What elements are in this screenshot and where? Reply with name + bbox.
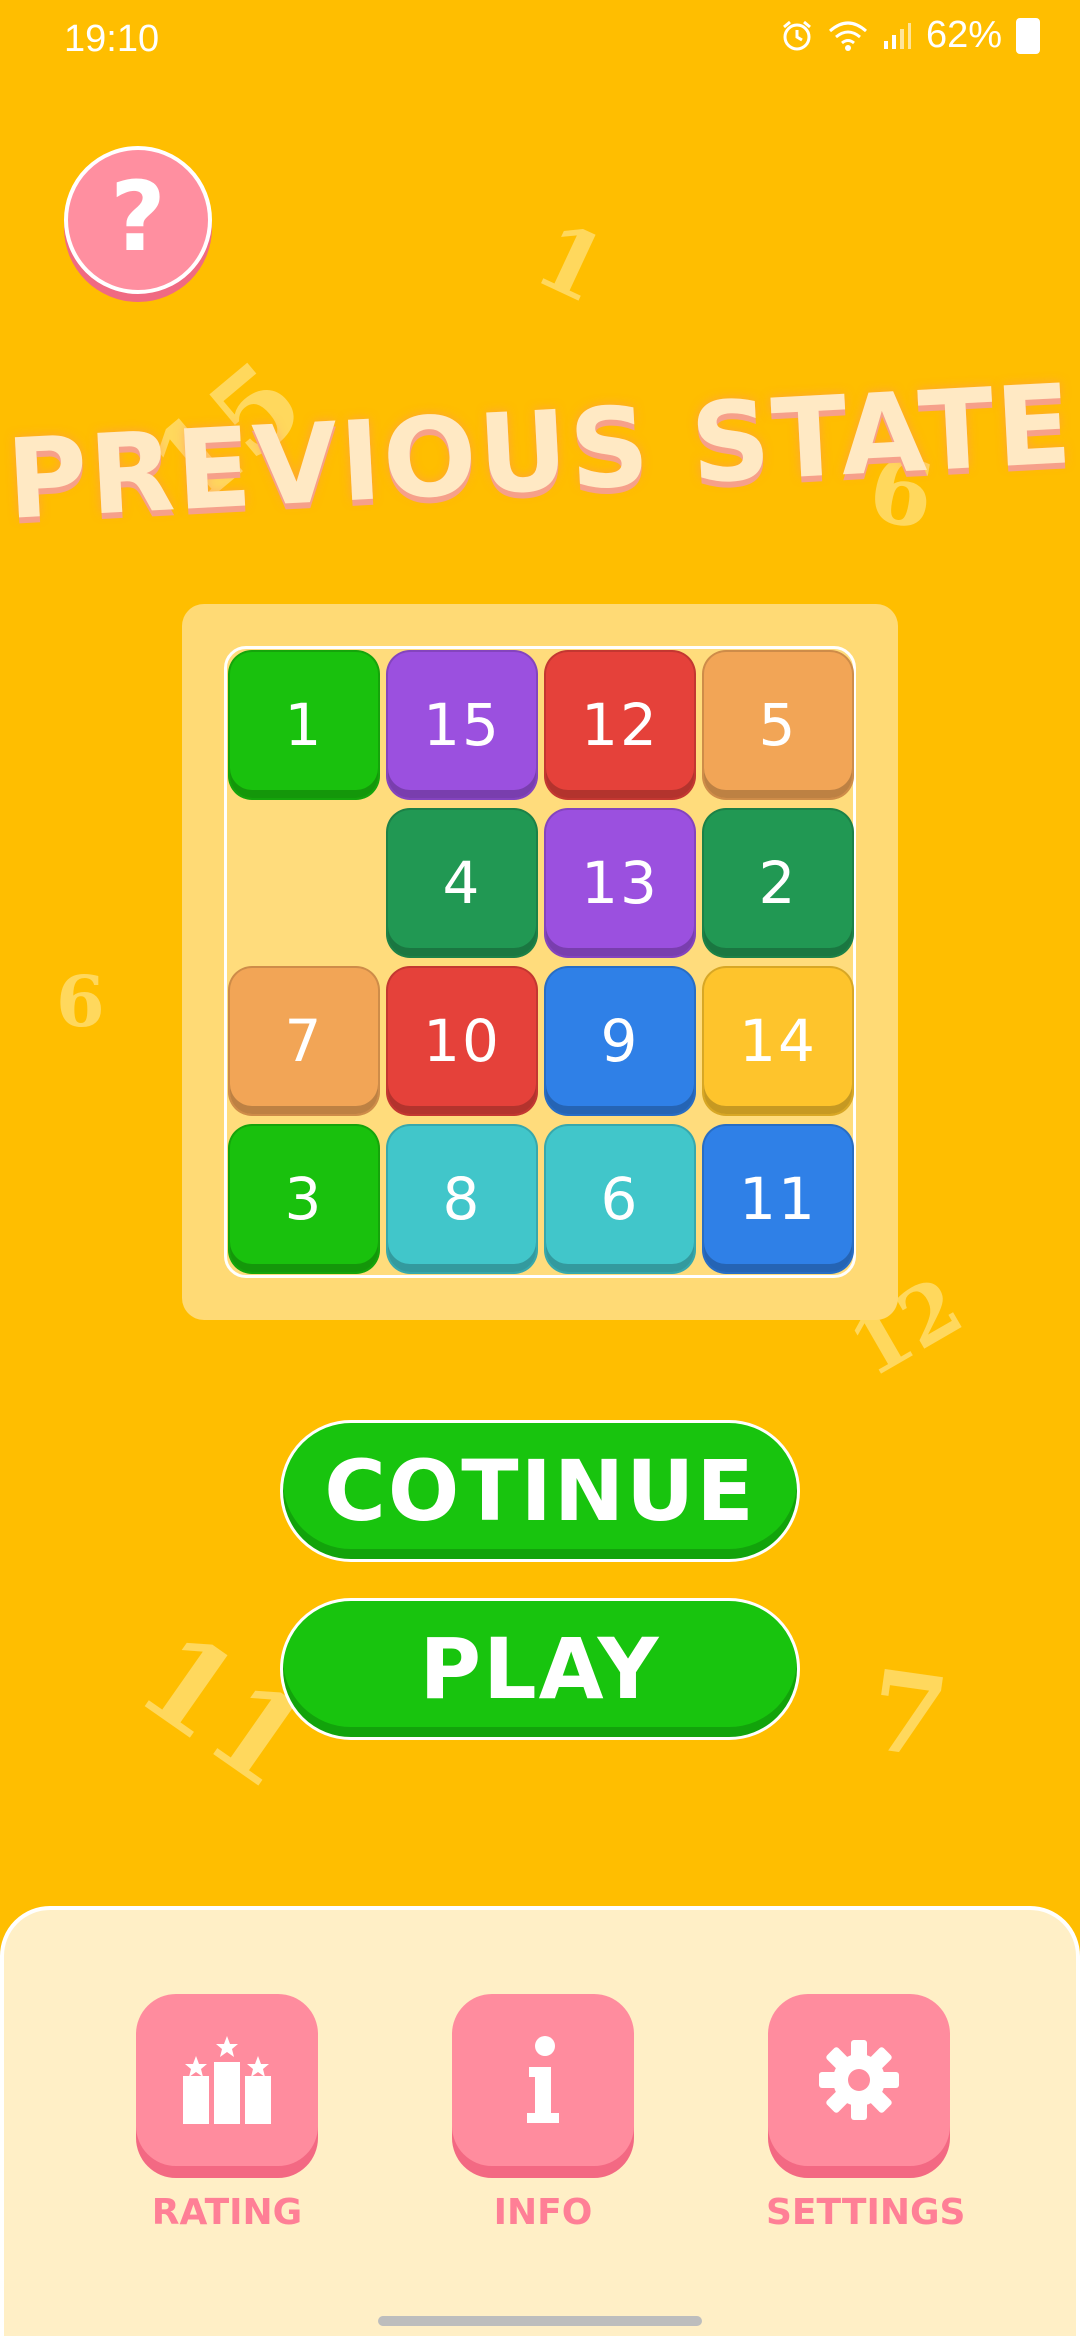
wifi-icon	[828, 21, 867, 51]
question-mark-icon: ?	[110, 161, 166, 273]
rating-label: RATING	[151, 2192, 303, 2233]
nav-info[interactable]: INFO	[450, 1994, 636, 2233]
battery-percentage: 62%	[925, 14, 1002, 56]
info-button[interactable]	[452, 1994, 634, 2166]
tile-2[interactable]: 2	[704, 810, 852, 956]
bottom-nav-panel: RATING INFO SETTINGS	[0, 1906, 1080, 2340]
tile-4[interactable]: 4	[388, 810, 536, 956]
tile-14[interactable]: 14	[704, 968, 852, 1114]
nav-settings[interactable]: SETTINGS	[766, 1994, 966, 2233]
rating-button[interactable]	[136, 1994, 318, 2166]
info-icon	[527, 2036, 559, 2123]
tile-6[interactable]: 6	[546, 1126, 694, 1272]
battery-icon	[1016, 17, 1040, 54]
bg-number: 6	[56, 960, 105, 1043]
tile-10[interactable]: 10	[388, 968, 536, 1114]
signal-icon	[883, 22, 911, 49]
nav-rating[interactable]: RATING	[134, 1994, 320, 2233]
tile-8[interactable]: 8	[388, 1126, 536, 1272]
tile-7[interactable]: 7	[230, 968, 378, 1114]
status-time: 19:10	[64, 18, 160, 60]
bg-number: 7	[861, 1645, 956, 1784]
gear-icon	[819, 2040, 899, 2120]
puzzle-board: 1 15 12 5 4 13 2 7 10 9 14 3 8 6 11	[182, 604, 898, 1320]
tile-12[interactable]: 12	[546, 652, 694, 798]
alarm-icon	[782, 20, 811, 50]
play-button-label: PLAY	[419, 1620, 661, 1718]
info-label: INFO	[493, 2192, 593, 2233]
tile-11[interactable]: 11	[704, 1126, 852, 1272]
status-bar: 19:10 62%	[0, 0, 1080, 80]
settings-label: SETTINGS	[766, 2192, 966, 2233]
settings-button[interactable]	[768, 1994, 950, 2166]
tile-9[interactable]: 9	[546, 968, 694, 1114]
tile-15[interactable]: 15	[388, 652, 536, 798]
status-icons: 62%	[780, 14, 1040, 57]
play-button[interactable]: PLAY	[280, 1598, 800, 1740]
tile-13[interactable]: 13	[546, 810, 694, 956]
podium-stars-icon	[183, 2036, 271, 2124]
tile-1[interactable]: 1	[230, 652, 378, 798]
continue-button[interactable]: COTINUE	[280, 1420, 800, 1562]
bg-number: 1	[520, 201, 623, 325]
help-button[interactable]: ?	[64, 146, 212, 294]
puzzle-grid: 1 15 12 5 4 13 2 7 10 9 14 3 8 6 11	[224, 646, 856, 1278]
tile-3[interactable]: 3	[230, 1126, 378, 1272]
continue-button-label: COTINUE	[324, 1442, 756, 1540]
home-indicator[interactable]	[378, 2316, 702, 2326]
tile-5[interactable]: 5	[704, 652, 852, 798]
